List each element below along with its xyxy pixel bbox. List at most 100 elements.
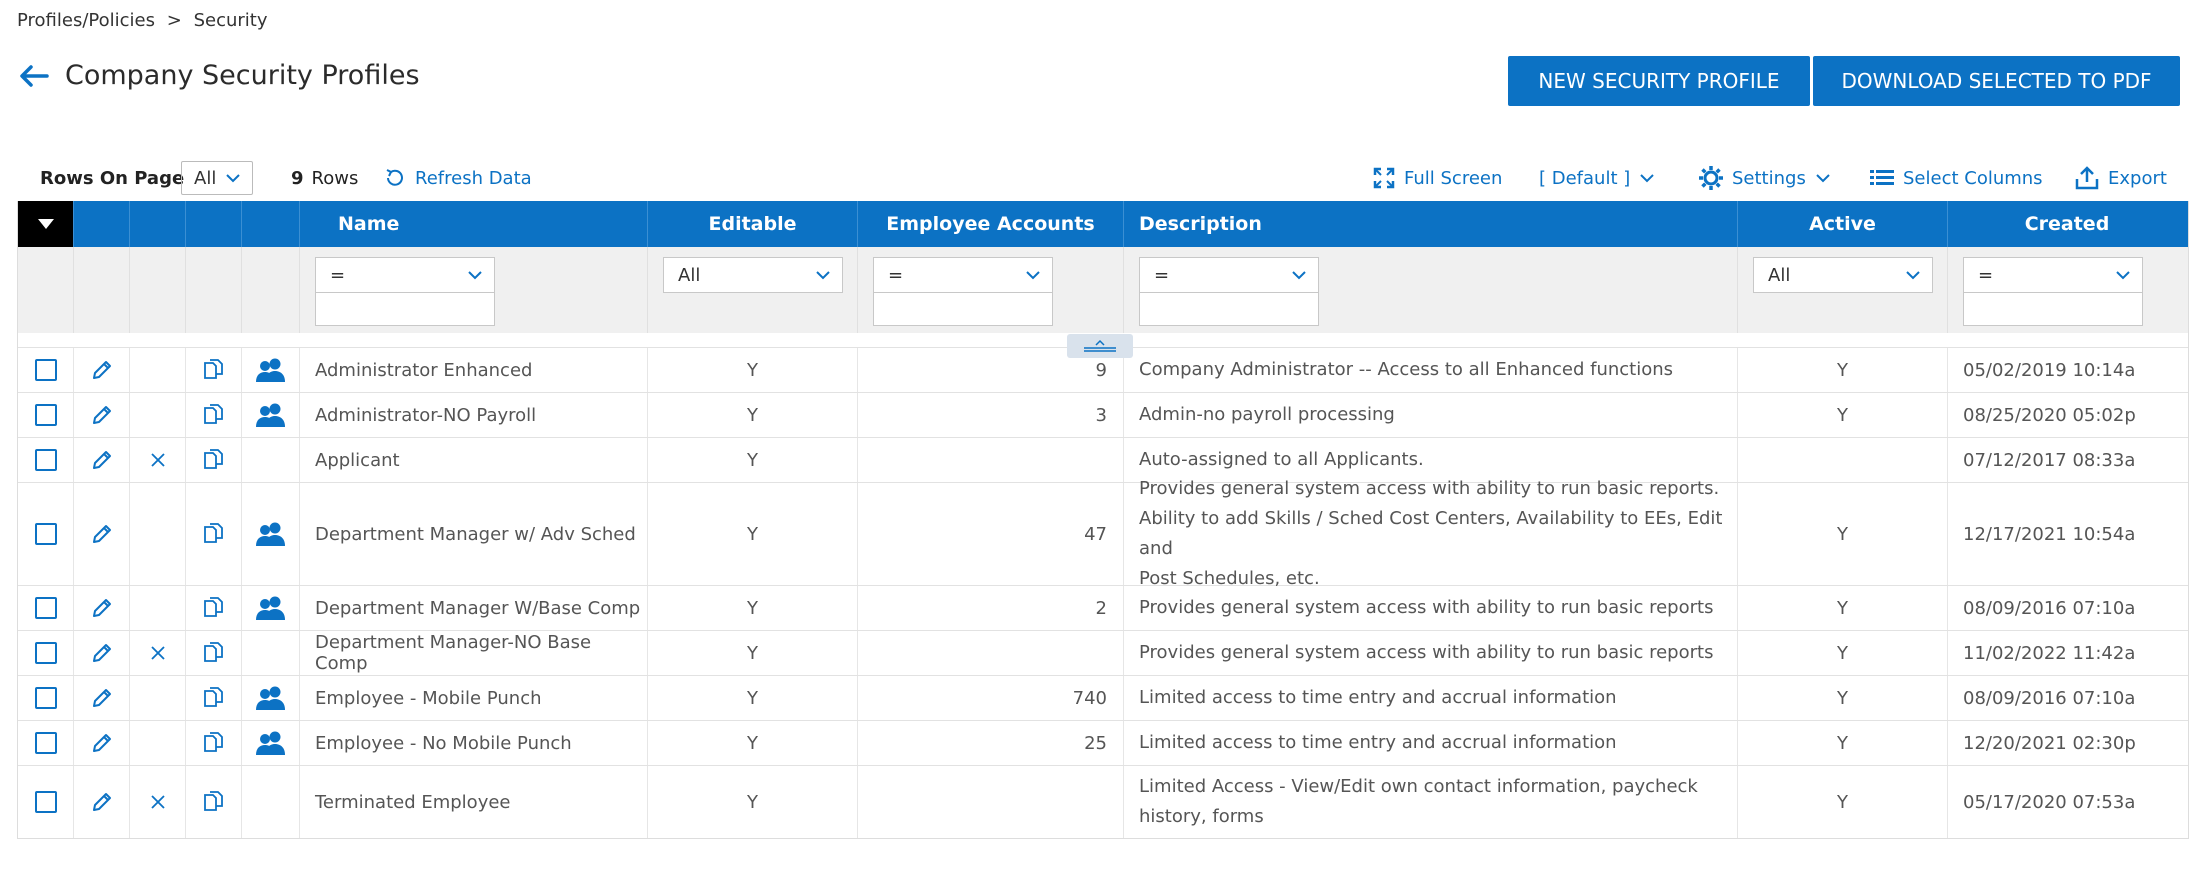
users-button[interactable] <box>242 586 300 630</box>
profile-name[interactable]: Administrator-NO Payroll <box>300 393 648 437</box>
export-link[interactable]: Export <box>2074 160 2167 196</box>
created-value: 05/17/2020 07:53a <box>1963 791 2136 813</box>
name-filter-input[interactable] <box>315 292 495 326</box>
description-filter-operator[interactable]: = <box>1139 257 1319 293</box>
active-value <box>1738 438 1948 482</box>
created-value: 08/09/2016 07:10a <box>1963 687 2136 709</box>
copy-button[interactable] <box>186 348 242 392</box>
download-selected-pdf-button[interactable]: DOWNLOAD SELECTED TO PDF <box>1813 56 2180 106</box>
created-filter-operator[interactable]: = <box>1963 257 2143 293</box>
chevron-down-icon <box>1640 174 1654 183</box>
users-button[interactable] <box>242 393 300 437</box>
rows-on-page-select[interactable]: All <box>181 161 254 195</box>
copy-button[interactable] <box>186 438 242 482</box>
copy-button[interactable] <box>186 483 242 585</box>
select-columns-link[interactable]: Select Columns <box>1869 160 2043 196</box>
arrow-left-icon[interactable] <box>17 62 51 90</box>
profile-name[interactable]: Employee - No Mobile Punch <box>300 721 648 765</box>
row-checkbox[interactable] <box>34 523 57 545</box>
edit-button[interactable] <box>74 766 130 838</box>
row-checkbox[interactable] <box>34 359 57 381</box>
copy-button[interactable] <box>186 766 242 838</box>
description-line: Limited Access - View/Edit own contact i… <box>1139 776 1698 797</box>
table-row[interactable]: Applicant Y Auto-assigned to all Applicant… <box>18 437 2188 482</box>
full-screen-link[interactable]: Full Screen <box>1372 160 1502 196</box>
employee-accounts-value: 47 <box>858 483 1124 585</box>
table-row[interactable]: Employee - Mobile Punch Y 740 Limited acces… <box>18 675 2188 720</box>
profile-name[interactable]: Department Manager-NO Base Comp <box>300 631 648 675</box>
profile-name[interactable]: Terminated Employee <box>300 766 648 838</box>
breadcrumb-parent[interactable]: Profiles/Policies <box>17 10 155 31</box>
new-security-profile-button[interactable]: NEW SECURITY PROFILE <box>1508 56 1810 106</box>
table-row[interactable]: Department Manager w/ Adv Sched Y 47 Provid… <box>18 478 2188 589</box>
profile-name[interactable]: Department Manager W/Base Comp <box>300 586 648 630</box>
header-created[interactable]: Created <box>1948 201 2186 247</box>
employee-accounts-filter-operator[interactable]: = <box>873 257 1053 293</box>
header-active[interactable]: Active <box>1738 201 1948 247</box>
chevron-down-icon <box>816 271 830 280</box>
table-row[interactable]: Department Manager W/Base Comp Y 2 Provides… <box>18 585 2188 630</box>
editable-value: Y <box>648 766 858 838</box>
row-checkbox[interactable] <box>34 791 57 813</box>
row-checkbox[interactable] <box>34 687 57 709</box>
users-button[interactable] <box>242 348 300 392</box>
refresh-data-link[interactable]: Refresh Data <box>383 160 532 196</box>
profile-name[interactable]: Administrator Enhanced <box>300 348 648 392</box>
header-name[interactable]: Name <box>300 201 648 247</box>
edit-button[interactable] <box>74 586 130 630</box>
copy-button[interactable] <box>186 393 242 437</box>
settings-menu[interactable]: Settings <box>1698 160 1830 196</box>
created-filter-input[interactable] <box>1963 292 2143 326</box>
row-checkbox[interactable] <box>34 642 57 664</box>
delete-button[interactable] <box>130 766 186 838</box>
edit-button[interactable] <box>74 438 130 482</box>
row-checkbox[interactable] <box>34 404 57 426</box>
select-all-toggle[interactable] <box>18 201 74 247</box>
edit-button[interactable] <box>74 721 130 765</box>
view-label: [ Default ] <box>1539 167 1631 189</box>
edit-button[interactable] <box>74 393 130 437</box>
header-editable[interactable]: Editable <box>648 201 858 247</box>
profile-name[interactable]: Applicant <box>300 438 648 482</box>
active-filter-select[interactable]: All <box>1753 257 1933 293</box>
employee-accounts-value <box>858 766 1124 838</box>
users-button[interactable] <box>242 483 300 585</box>
table-row[interactable]: Employee - No Mobile Punch Y 25 Limited acc… <box>18 720 2188 765</box>
users-icon <box>255 522 285 546</box>
row-checkbox[interactable] <box>34 449 57 471</box>
profile-name[interactable]: Employee - Mobile Punch <box>300 676 648 720</box>
header-employee-accounts[interactable]: Employee Accounts <box>858 201 1124 247</box>
delete-button[interactable] <box>130 438 186 482</box>
active-value: Y <box>1738 586 1948 630</box>
title-row: Company Security Profiles <box>17 60 420 91</box>
table-row[interactable]: Department Manager-NO Base Comp Y Provides… <box>18 630 2188 675</box>
active-value: Y <box>1738 631 1948 675</box>
edit-button[interactable] <box>74 676 130 720</box>
delete-button[interactable] <box>130 631 186 675</box>
editable-value: Y <box>648 721 858 765</box>
header-description[interactable]: Description <box>1124 201 1738 247</box>
users-button[interactable] <box>242 721 300 765</box>
users-button[interactable] <box>242 676 300 720</box>
table-row[interactable]: Administrator-NO Payroll Y 3 Admin-no payro… <box>18 392 2188 437</box>
view-select[interactable]: [ Default ] <box>1539 160 1654 196</box>
edit-button[interactable] <box>74 348 130 392</box>
editable-filter-select[interactable]: All <box>663 257 843 293</box>
edit-button[interactable] <box>74 631 130 675</box>
description-value: Provides general system access with abil… <box>1124 631 1738 675</box>
profile-name[interactable]: Department Manager w/ Adv Sched <box>300 483 648 585</box>
users-cell <box>242 438 300 482</box>
copy-button[interactable] <box>186 586 242 630</box>
name-filter-operator[interactable]: = <box>315 257 495 293</box>
table-row[interactable]: Terminated Employee Y Limited Access - Vie… <box>18 765 2188 838</box>
row-checkbox[interactable] <box>34 597 57 619</box>
copy-button[interactable] <box>186 721 242 765</box>
description-filter-input[interactable] <box>1139 292 1319 326</box>
employee-accounts-filter-input[interactable] <box>873 292 1053 326</box>
description-line: Auto-assigned to all Applicants. <box>1139 449 1424 470</box>
row-checkbox[interactable] <box>34 732 57 754</box>
copy-button[interactable] <box>186 631 242 675</box>
edit-button[interactable] <box>74 483 130 585</box>
copy-button[interactable] <box>186 676 242 720</box>
filter-collapse-handle[interactable] <box>1067 334 1133 358</box>
